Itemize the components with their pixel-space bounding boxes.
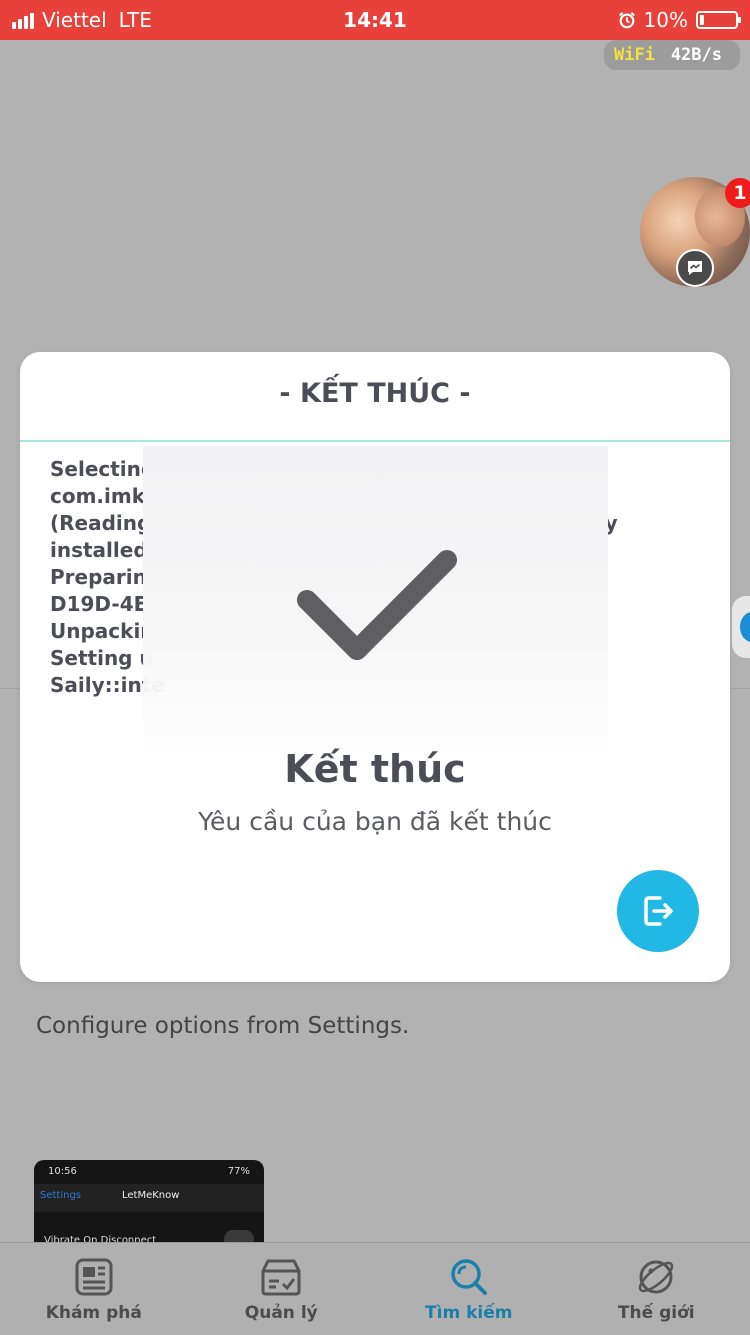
tab-tim-kiem[interactable]: Tìm kiếm	[375, 1243, 563, 1335]
search-icon	[448, 1257, 490, 1297]
result-title: Kết thúc	[20, 747, 730, 791]
wifi-label: WiFi	[614, 45, 655, 65]
chat-badge: 1	[725, 178, 750, 208]
battery-icon	[696, 11, 738, 29]
tab-kham-pha[interactable]: Khám phá	[0, 1243, 188, 1335]
checkmark-icon	[293, 546, 463, 676]
messenger-glyph-icon	[685, 258, 705, 278]
battery-percent: 10%	[644, 8, 688, 32]
tab-label: Thế giới	[618, 1303, 695, 1323]
exit-button[interactable]	[617, 870, 699, 952]
result-modal: - KẾT THÚC - Selecting com.imkp (Reading…	[20, 352, 730, 982]
result-panel	[143, 446, 608, 776]
thumb-time: 10:56	[48, 1166, 77, 1177]
modal-divider	[20, 440, 730, 442]
messenger-icon[interactable]	[676, 249, 714, 287]
planet-icon	[636, 1257, 676, 1297]
tab-label: Quản lý	[245, 1303, 318, 1323]
status-bar: Viettel LTE 14:41 10%	[0, 0, 750, 40]
network-speed-overlay: WiFi 42B/s	[604, 40, 740, 70]
thumb-back-label: Settings	[40, 1190, 81, 1201]
configure-text: Configure options from Settings.	[36, 1013, 409, 1039]
news-icon	[74, 1257, 114, 1297]
status-right: 10%	[618, 8, 738, 32]
tab-the-gioi[interactable]: Thế giới	[563, 1243, 750, 1335]
result-subtitle: Yêu cầu của bạn đã kết thúc	[20, 807, 730, 836]
modal-title: - KẾT THÚC -	[20, 378, 730, 409]
tab-quan-ly[interactable]: Quản lý	[188, 1243, 376, 1335]
tab-label: Tìm kiếm	[425, 1303, 512, 1323]
alarm-icon	[618, 11, 636, 29]
speed-label: 42B/s	[671, 45, 722, 65]
thumb-battery: 77%	[228, 1166, 250, 1177]
thumb-title: LetMeKnow	[122, 1190, 179, 1201]
exit-icon	[640, 893, 676, 929]
side-handle[interactable]	[732, 596, 750, 658]
tab-bar: Khám phá Quản lý Tìm kiếm Thế giới	[0, 1242, 750, 1335]
inbox-check-icon	[259, 1257, 303, 1297]
tab-label: Khám phá	[46, 1303, 142, 1323]
